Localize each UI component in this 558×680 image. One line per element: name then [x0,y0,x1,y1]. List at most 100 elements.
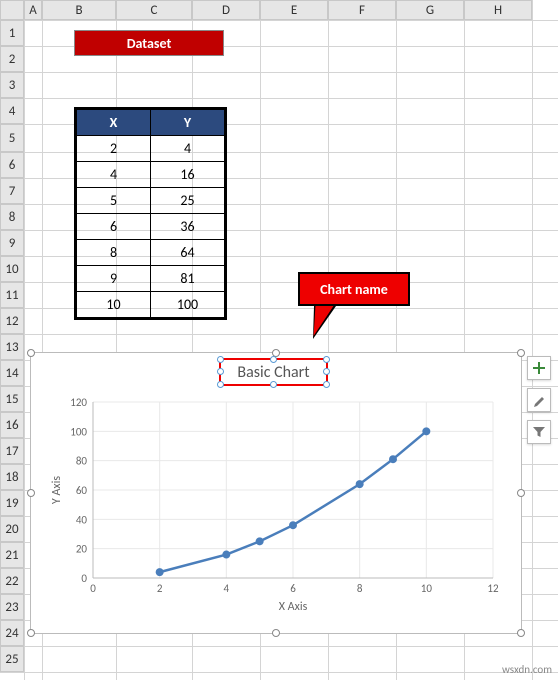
row-header[interactable]: 3 [0,72,24,98]
row-header[interactable]: 9 [0,230,24,256]
row-header[interactable]: 21 [0,542,24,568]
table-cell[interactable]: 2 [77,136,151,162]
row-header[interactable]: 16 [0,412,24,438]
row-header[interactable]: 10 [0,256,24,282]
svg-text:12: 12 [487,582,499,595]
chart-title-selection[interactable]: Basic Chart [219,358,328,386]
row-header[interactable]: 15 [0,386,24,412]
svg-text:120: 120 [70,396,87,409]
table-cell[interactable]: 100 [151,292,225,318]
row-header[interactable]: 22 [0,568,24,594]
svg-text:2: 2 [157,582,163,595]
table-cell[interactable]: 4 [151,136,225,162]
resize-handle[interactable] [27,489,35,497]
svg-text:20: 20 [76,543,88,556]
column-header[interactable]: H [464,0,532,20]
row-header[interactable]: 13 [0,334,24,360]
svg-text:Y Axis: Y Axis [50,476,64,504]
resize-handle[interactable] [27,629,35,637]
svg-text:60: 60 [76,484,88,497]
svg-text:80: 80 [76,455,88,468]
title-handle[interactable] [217,381,224,388]
table-row: 416 [77,162,225,188]
title-handle[interactable] [270,381,277,388]
row-header[interactable]: 8 [0,204,24,230]
resize-handle[interactable] [517,349,525,357]
row-header[interactable]: 20 [0,516,24,542]
resize-handle[interactable] [27,349,35,357]
funnel-icon [532,425,546,439]
column-header[interactable]: F [328,0,396,20]
row-header[interactable]: 11 [0,282,24,308]
row-header[interactable]: 2 [0,46,24,72]
table-row: 981 [77,266,225,292]
title-handle[interactable] [323,368,330,375]
row-header[interactable]: 7 [0,178,24,204]
svg-text:4: 4 [224,582,230,595]
row-header[interactable]: 1 [0,20,24,46]
svg-text:100: 100 [70,425,87,438]
table-row: 864 [77,240,225,266]
row-header[interactable]: 4 [0,98,24,124]
svg-text:10: 10 [421,582,433,595]
column-header[interactable]: E [260,0,328,20]
table-cell[interactable]: 8 [77,240,151,266]
resize-handle[interactable] [517,489,525,497]
chart-styles-button[interactable] [527,388,551,412]
row-header[interactable]: 24 [0,620,24,646]
svg-text:6: 6 [290,582,296,595]
table-cell[interactable]: 10 [77,292,151,318]
column-header[interactable]: C [116,0,192,20]
title-handle[interactable] [217,368,224,375]
table-cell[interactable]: 6 [77,214,151,240]
title-handle[interactable] [217,356,224,363]
resize-handle[interactable] [517,629,525,637]
table-cell[interactable]: 5 [77,188,151,214]
table-cell[interactable]: 16 [151,162,225,188]
table-cell[interactable]: 9 [77,266,151,292]
watermark: wsxdn.com [502,663,552,676]
chart-elements-button[interactable] [527,356,551,380]
resize-handle[interactable] [272,629,280,637]
select-all-corner[interactable] [0,0,24,20]
table-header[interactable]: Y [151,110,225,136]
brush-icon [532,393,546,407]
row-header[interactable]: 17 [0,438,24,464]
table-cell[interactable]: 25 [151,188,225,214]
table-cell[interactable]: 36 [151,214,225,240]
row-header[interactable]: 6 [0,152,24,178]
data-table: XY2441652563686498110100 [74,107,227,320]
column-header[interactable]: A [24,0,42,20]
table-header[interactable]: X [77,110,151,136]
table-cell[interactable]: 4 [77,162,151,188]
worksheet: ABCDEFGH 1234567891011121314151617181920… [0,0,558,680]
chart-name-callout: Chart name [298,272,410,306]
title-handle[interactable] [270,356,277,363]
row-header[interactable]: 23 [0,594,24,620]
row-header[interactable]: 25 [0,646,24,672]
svg-text:0: 0 [90,582,96,595]
row-header[interactable]: 5 [0,124,24,152]
row-header[interactable]: 19 [0,490,24,516]
chart-filters-button[interactable] [527,420,551,444]
table-row: 10100 [77,292,225,318]
svg-text:40: 40 [76,513,88,526]
row-header[interactable]: 14 [0,360,24,386]
table-cell[interactable]: 64 [151,240,225,266]
column-header[interactable]: B [42,0,116,20]
plus-icon [532,361,546,375]
table-row: 525 [77,188,225,214]
column-header[interactable]: G [396,0,464,20]
title-handle[interactable] [323,356,330,363]
column-header[interactable]: D [192,0,260,20]
svg-text:0: 0 [81,572,87,585]
chart-plot: 024681012020406080100120X AxisY Axis [48,394,518,626]
table-row: 24 [77,136,225,162]
svg-text:8: 8 [357,582,363,595]
table-cell[interactable]: 81 [151,266,225,292]
svg-text:X Axis: X Axis [279,600,308,614]
title-handle[interactable] [323,381,330,388]
table-row: 636 [77,214,225,240]
row-header[interactable]: 18 [0,464,24,490]
row-header[interactable]: 12 [0,308,24,334]
